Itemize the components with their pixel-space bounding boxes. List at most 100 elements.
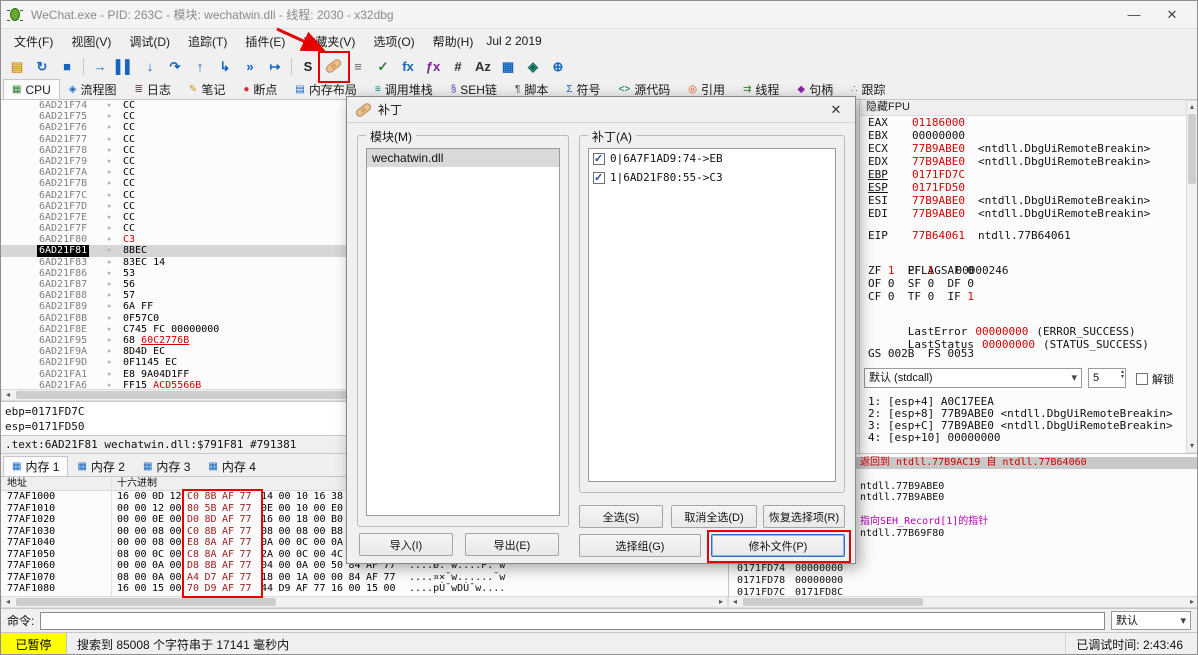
command-input[interactable] — [40, 611, 1105, 630]
export-button[interactable]: 导出(E) — [465, 533, 559, 556]
menu-item[interactable]: 追踪(T) — [179, 29, 236, 54]
stop-icon[interactable]: ■ — [55, 54, 79, 78]
open-file-icon[interactable]: ▤ — [5, 54, 29, 78]
az-icon[interactable]: Az — [471, 54, 495, 78]
command-type-select[interactable]: 默认 ▾ — [1111, 611, 1191, 630]
menu-item[interactable]: 收藏夹(V) — [294, 29, 364, 54]
graph-icon[interactable]: ◈ — [521, 54, 545, 78]
register-row[interactable]: EAX 01186000 — [860, 116, 1187, 129]
close-window-button[interactable]: ✕ — [1153, 2, 1191, 28]
scroll-left-icon[interactable]: ◂ — [2, 597, 14, 607]
patch-icon[interactable] — [321, 54, 345, 78]
scylla-icon[interactable]: S — [296, 54, 320, 78]
function-icon[interactable]: ƒx — [421, 54, 445, 78]
patch-checkbox[interactable] — [593, 152, 605, 165]
hash-icon[interactable]: # — [446, 54, 470, 78]
memory-tab[interactable]: ▦ 内存 1 — [3, 456, 69, 476]
scroll-left-icon[interactable]: ◂ — [729, 597, 741, 607]
dump-byte: 00 — [134, 548, 147, 560]
stack-hscrollbar[interactable]: ◂ ▸ — [728, 596, 1197, 608]
calculator-fx-icon[interactable]: fx — [396, 54, 420, 78]
x32dbg-logo-icon — [7, 7, 23, 22]
patch-file-button[interactable]: 修补文件(P) — [711, 534, 845, 557]
patch-dialog-titlebar[interactable]: 补丁 ✕ — [347, 97, 855, 123]
stack-row[interactable]: 0171FD74 00000000 — [729, 563, 1197, 575]
menu-item[interactable]: 视图(V) — [62, 29, 120, 54]
register-row[interactable]: EDX 77B9ABE0 <ntdll.DbgUiRemoteBreakin> — [860, 155, 1187, 168]
scroll-right-icon[interactable]: ▸ — [715, 597, 727, 607]
unlock-checkbox[interactable] — [1136, 373, 1148, 385]
memory-tab[interactable]: ▦ 内存 3 — [134, 456, 199, 476]
tab-item[interactable]: ▦ CPU — [3, 79, 60, 99]
register-row[interactable]: ECX 77B9ABE0 <ntdll.DbgUiRemoteBreakin> — [860, 142, 1187, 155]
run-icon[interactable]: → — [88, 54, 112, 78]
scroll-down-icon[interactable]: ▾ — [1187, 440, 1197, 452]
menu-item[interactable]: 帮助(H) — [424, 29, 483, 54]
tab-item[interactable]: ◈ 流程图 — [60, 79, 126, 99]
stack-row[interactable]: 0171FD7C 0171FD8C — [729, 587, 1197, 596]
register-row[interactable]: EIP 77B64061 ntdll.77B64061 — [860, 229, 1187, 242]
tab-item[interactable]: ≣ 日志 — [126, 79, 180, 99]
dump-byte: D9 — [204, 583, 217, 594]
minimize-button[interactable]: — — [1115, 2, 1153, 28]
dump-byte: 0A — [331, 537, 344, 548]
registers-vscrollbar[interactable]: ▴ ▾ — [1186, 100, 1197, 453]
scrollbar-thumb[interactable] — [743, 598, 923, 606]
check-icon[interactable]: ✓ — [371, 54, 395, 78]
spinner-arrows-icon[interactable]: ▴ ▾ — [1121, 369, 1124, 380]
step-over-icon[interactable]: ↷ — [163, 54, 187, 78]
deselect-all-button[interactable]: 取消全选(D) — [671, 505, 757, 528]
run-to-user-code-icon[interactable]: ↦ — [263, 54, 287, 78]
restart-icon[interactable]: ↻ — [30, 54, 54, 78]
scrollbar-thumb[interactable] — [16, 598, 276, 606]
animate-icon[interactable]: » — [238, 54, 262, 78]
tab-item[interactable]: ✎ 笔记 — [180, 79, 234, 99]
dump-byte: 00 — [169, 560, 182, 571]
menu-item[interactable]: 选项(O) — [364, 29, 423, 54]
flags-row[interactable]: ZF 1 PF 1 AF 0 — [860, 264, 1187, 277]
register-row[interactable]: ESP 0171FD50 — [860, 181, 1187, 194]
argument-row[interactable]: 4: [esp+10] 00000000 — [860, 432, 1187, 444]
patch-item[interactable]: 0|6A7F1AD9:74->EB — [589, 149, 835, 168]
tab-item[interactable]: ● 断点 — [234, 79, 286, 99]
step-into-icon[interactable]: ↓ — [138, 54, 162, 78]
register-row[interactable]: EDI 77B9ABE0 <ntdll.DbgUiRemoteBreakin> — [860, 207, 1187, 220]
pause-icon[interactable]: ▌▌ — [113, 54, 137, 78]
calling-convention-select[interactable]: 默认 (stdcall) ▾ — [864, 368, 1082, 388]
scrollbar-thumb[interactable] — [1188, 114, 1196, 184]
dump-byte: 0D — [152, 491, 165, 502]
import-button[interactable]: 导入(I) — [359, 533, 453, 556]
patch-dialog-close-button[interactable]: ✕ — [825, 102, 847, 118]
argument-count-spinner[interactable]: 5 ▴ ▾ — [1088, 368, 1126, 388]
dump-hscrollbar[interactable]: ◂ ▸ — [1, 596, 728, 608]
register-row[interactable]: EBP 0171FD7C — [860, 168, 1187, 181]
run-to-return-icon[interactable]: ↳ — [213, 54, 237, 78]
module-item[interactable]: wechatwin.dll — [367, 149, 559, 167]
scroll-up-icon[interactable]: ▴ — [1187, 101, 1197, 113]
stack-row[interactable]: 0171FD78 00000000 — [729, 575, 1197, 587]
patch-item[interactable]: 1|6AD21F80:55->C3 — [589, 168, 835, 187]
favourites-icon[interactable]: ≡ — [346, 54, 370, 78]
select-all-button[interactable]: 全选(S) — [579, 505, 663, 528]
register-row[interactable]: EBX 00000000 — [860, 129, 1187, 142]
scrollbar-thumb[interactable] — [16, 391, 396, 399]
scroll-right-icon[interactable]: ▸ — [1186, 597, 1197, 607]
menu-item[interactable]: 文件(F) — [5, 29, 62, 54]
memory-tab[interactable]: ▦ 内存 2 — [68, 456, 133, 476]
step-out-icon[interactable]: ↑ — [188, 54, 212, 78]
hide-fpu-button[interactable]: 隐藏FPU — [860, 100, 1187, 116]
flags-row[interactable]: CF 0 TF 0 IF 1 — [860, 290, 1187, 303]
menu-item[interactable]: 插件(E) — [236, 29, 294, 54]
scroll-left-icon[interactable]: ◂ — [2, 390, 14, 400]
memory-icon[interactable]: ▦ — [496, 54, 520, 78]
pick-groups-button[interactable]: 选择组(G) — [579, 534, 701, 557]
register-row[interactable]: ESI 77B9ABE0 <ntdll.DbgUiRemoteBreakin> — [860, 194, 1187, 207]
globe-icon[interactable]: ⊕ — [546, 54, 570, 78]
restore-selected-button[interactable]: 恢复选择项(R) — [763, 505, 845, 528]
disasm-bytes: 8D4D EC — [123, 346, 165, 357]
flags-row[interactable]: OF 0 SF 0 DF 0 — [860, 277, 1187, 290]
disasm-bytes: CC — [123, 134, 135, 145]
memory-tab[interactable]: ▦ 内存 4 — [199, 456, 264, 476]
patch-checkbox[interactable] — [593, 171, 605, 184]
menu-item[interactable]: 调试(D) — [120, 29, 179, 54]
